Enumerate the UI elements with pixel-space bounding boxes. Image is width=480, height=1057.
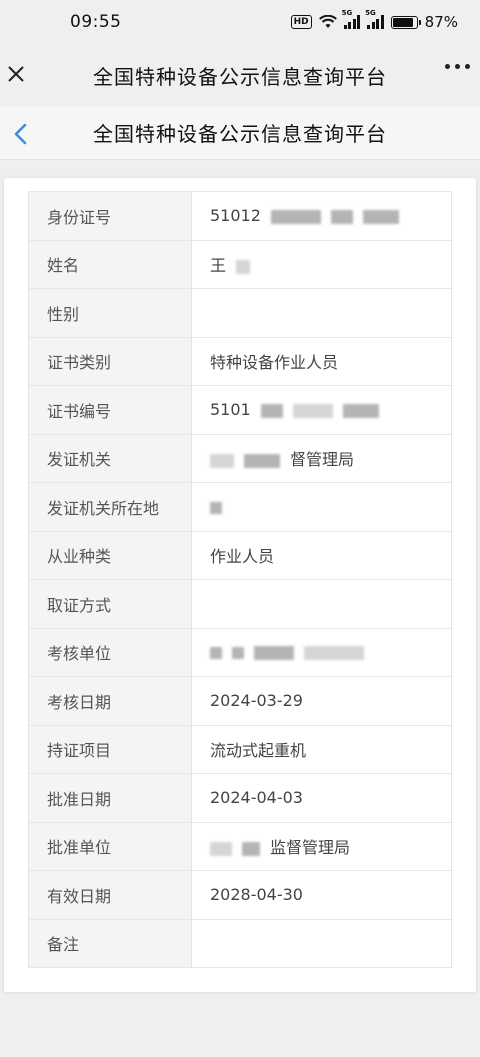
table-row: 批准单位 监督管理局 <box>28 821 452 871</box>
table-row: 身份证号 51012 <box>28 191 452 241</box>
redaction-mask <box>236 259 251 274</box>
row-value-cell: 5101 <box>191 385 452 435</box>
table-row: 备注 <box>28 918 452 968</box>
row-label: 发证机关 <box>28 433 192 483</box>
row-value-cell: 特种设备作业人员 <box>191 336 452 386</box>
page-header: 全国特种设备公示信息查询平台 <box>0 106 480 160</box>
row-label: 证书编号 <box>28 385 192 435</box>
row-label: 考核日期 <box>28 676 192 726</box>
row-value-cell <box>191 918 452 968</box>
row-label: 备注 <box>28 918 192 968</box>
more-button[interactable] <box>445 64 470 69</box>
row-value-cell: 王 <box>191 239 452 289</box>
table-row: 发证机关 督管理局 <box>28 433 452 483</box>
redaction-mask <box>304 646 364 661</box>
table-row: 证书编号 5101 <box>28 385 452 435</box>
table-row: 发证机关所在地 <box>28 482 452 532</box>
chevron-left-icon <box>14 123 27 145</box>
table-row: 批准日期 2024-04-03 <box>28 773 452 823</box>
row-value-cell: 2028-04-30 <box>191 870 452 920</box>
row-label: 性别 <box>28 288 192 338</box>
status-time: 09:55 <box>70 12 122 32</box>
row-value: 51012 <box>210 206 261 226</box>
hd-icon: HD <box>290 15 312 29</box>
redaction-mask <box>254 646 294 661</box>
row-value: 王 <box>210 256 227 276</box>
redaction-mask <box>292 403 333 418</box>
more-icon <box>445 64 450 69</box>
row-value-cell <box>191 482 452 532</box>
row-label: 有效日期 <box>28 870 192 920</box>
row-value: 5101 <box>210 400 251 420</box>
battery-percent: 87% <box>424 13 458 31</box>
row-label: 考核单位 <box>28 627 192 677</box>
row-label: 取证方式 <box>28 579 192 629</box>
row-label: 证书类别 <box>28 336 192 386</box>
certificate-info-table: 身份证号 51012 姓名王性别 证书类别 特种设备作业人员 证书编号 5101 发证机关 督管… <box>28 191 452 968</box>
row-label: 从业种类 <box>28 530 192 580</box>
wifi-icon <box>318 15 337 28</box>
redaction-mask <box>210 453 234 468</box>
redaction-mask <box>210 501 222 514</box>
table-row: 性别 <box>28 288 452 338</box>
row-label: 姓名 <box>28 239 192 289</box>
back-button[interactable] <box>10 120 32 148</box>
table-row: 取证方式 <box>28 579 452 629</box>
redaction-mask <box>362 209 399 224</box>
redaction-mask <box>260 403 283 418</box>
table-row: 有效日期 2028-04-30 <box>28 870 452 920</box>
row-label: 批准日期 <box>28 773 192 823</box>
row-value: 2028-04-30 <box>210 885 303 905</box>
signal-icon-sim1: 5G <box>342 9 361 29</box>
row-value-cell: 2024-03-29 <box>191 676 452 726</box>
row-label: 身份证号 <box>28 191 192 241</box>
table-row: 考核日期 2024-03-29 <box>28 676 452 726</box>
battery-icon <box>390 15 421 29</box>
status-bar: 09:55 HD 5G 5G 87% <box>0 0 480 44</box>
status-icons: HD 5G 5G 87% <box>290 9 458 31</box>
redaction-mask <box>210 647 222 660</box>
row-label: 发证机关所在地 <box>28 482 192 532</box>
table-row: 持证项目 流动式起重机 <box>28 724 452 774</box>
redaction-mask <box>330 209 353 224</box>
row-value-cell <box>191 627 452 677</box>
row-value-cell: 51012 <box>191 191 452 241</box>
redaction-mask <box>242 841 260 856</box>
redaction-mask <box>342 403 379 418</box>
row-label: 批准单位 <box>28 821 192 871</box>
table-row: 考核单位 <box>28 627 452 677</box>
row-value: 流动式起重机 <box>210 741 307 761</box>
row-value: 2024-03-29 <box>210 691 303 711</box>
close-button[interactable] <box>4 59 28 89</box>
signal-icon-sim2: 5G <box>365 9 384 29</box>
row-value: 作业人员 <box>210 547 275 567</box>
table-row: 从业种类 作业人员 <box>28 530 452 580</box>
row-value: 2024-04-03 <box>210 788 303 808</box>
row-value: 特种设备作业人员 <box>210 353 339 373</box>
row-value: 督管理局 <box>290 450 355 470</box>
row-value-cell: 监督管理局 <box>191 821 452 871</box>
certificate-card: 身份证号 51012 姓名王性别 证书类别 特种设备作业人员 证书编号 5101 发证机关 督管… <box>4 178 476 992</box>
redaction-mask <box>244 453 280 468</box>
row-value-cell: 督管理局 <box>191 433 452 483</box>
redaction-mask <box>210 841 232 856</box>
redaction-mask <box>270 209 321 224</box>
page-title: 全国特种设备公示信息查询平台 <box>93 122 387 146</box>
row-value-cell <box>191 579 452 629</box>
row-value-cell: 作业人员 <box>191 530 452 580</box>
row-value: 监督管理局 <box>270 838 351 858</box>
close-icon <box>8 66 24 82</box>
row-value-cell: 2024-04-03 <box>191 773 452 823</box>
table-row: 姓名王 <box>28 239 452 289</box>
row-label: 持证项目 <box>28 724 192 774</box>
row-value-cell: 流动式起重机 <box>191 724 452 774</box>
row-value-cell <box>191 288 452 338</box>
app-title: 全国特种设备公示信息查询平台 <box>93 64 387 89</box>
app-bar: 全国特种设备公示信息查询平台 <box>0 44 480 106</box>
table-row: 证书类别 特种设备作业人员 <box>28 336 452 386</box>
redaction-mask <box>232 647 244 660</box>
